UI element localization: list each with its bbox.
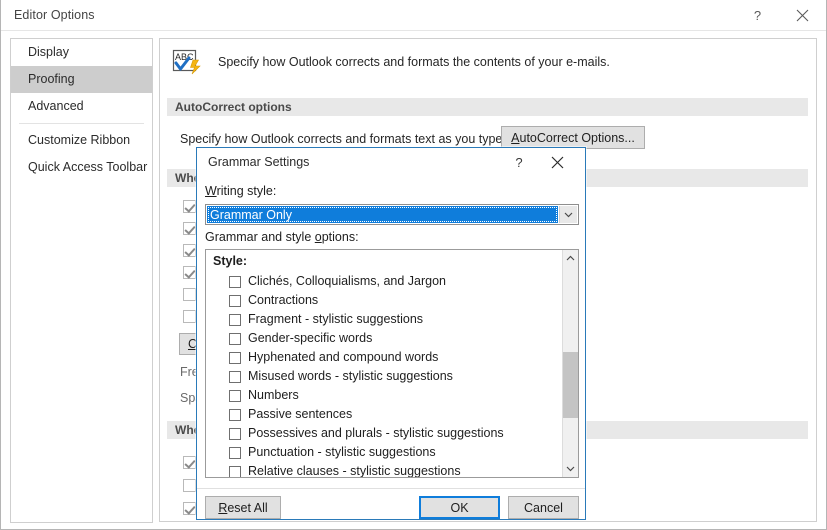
background-checkbox[interactable]	[183, 310, 196, 323]
list-item-label: Gender-specific words	[248, 331, 373, 345]
autocorrect-section-band: AutoCorrect options	[167, 98, 808, 116]
autocorrect-description: Specify how Outlook corrects and formats…	[180, 132, 506, 146]
list-item-label: Possessives and plurals - stylistic sugg…	[248, 426, 504, 440]
listbox-scrollbar[interactable]	[562, 250, 578, 477]
list-item-label: Clichés, Colloquialisms, and Jargon	[248, 274, 447, 288]
checkbox[interactable]	[229, 447, 241, 459]
list-item-label: Hyphenated and compound words	[248, 350, 439, 364]
checkbox[interactable]	[229, 466, 241, 477]
pane-header: ABC Specify how Outlook corrects and for…	[172, 47, 806, 85]
writing-style-value: Grammar Only	[207, 206, 558, 223]
reset-all-button[interactable]: Reset All	[205, 496, 281, 519]
window-title-bar: Editor Options ?	[1, 0, 826, 31]
svg-text:ABC: ABC	[175, 52, 194, 62]
background-checkbox[interactable]	[183, 222, 196, 235]
dialog-divider	[197, 488, 585, 489]
checkbox[interactable]	[229, 276, 241, 288]
sidebar-item-label: Display	[28, 45, 69, 59]
chevron-down-icon[interactable]	[559, 206, 577, 223]
sidebar: Display Proofing Advanced Customize Ribb…	[10, 38, 153, 523]
list-item-label: Numbers	[248, 388, 299, 402]
screen: Editor Options ? Display Proofing Advanc…	[0, 0, 827, 530]
checkbox[interactable]	[229, 409, 241, 421]
sidebar-divider	[19, 123, 144, 124]
checkbox[interactable]	[229, 428, 241, 440]
sidebar-item-quick-access-toolbar[interactable]: Quick Access Toolbar	[11, 154, 152, 181]
listbox-group-header: Style:	[213, 254, 248, 268]
sidebar-item-display[interactable]: Display	[11, 39, 152, 66]
scroll-down-icon[interactable]	[563, 461, 578, 477]
sidebar-item-customize-ribbon[interactable]: Customize Ribbon	[11, 127, 152, 154]
ok-button[interactable]: OK	[419, 496, 500, 519]
sidebar-item-proofing[interactable]: Proofing	[11, 66, 152, 93]
background-checkbox[interactable]	[183, 200, 196, 213]
grammar-options-label: Grammar and style options:	[205, 230, 359, 244]
checkbox[interactable]	[229, 352, 241, 364]
background-checkbox[interactable]	[183, 479, 196, 492]
checkbox[interactable]	[229, 371, 241, 383]
background-checkbox[interactable]	[183, 244, 196, 257]
close-icon[interactable]	[780, 0, 825, 30]
background-checkbox[interactable]	[183, 502, 196, 515]
sidebar-item-label: Advanced	[28, 99, 84, 113]
background-checkbox[interactable]	[183, 456, 196, 469]
scrollbar-thumb[interactable]	[563, 352, 578, 418]
background-checkbox[interactable]	[183, 266, 196, 279]
sidebar-item-advanced[interactable]: Advanced	[11, 93, 152, 120]
writing-style-dropdown[interactable]: Grammar Only	[205, 204, 579, 225]
list-item-label: Contractions	[248, 293, 319, 307]
dialog-help-icon[interactable]: ?	[505, 150, 533, 174]
list-item-label: Relative clauses - stylistic suggestions	[248, 464, 461, 478]
sidebar-item-label: Proofing	[28, 72, 75, 86]
writing-style-label: Writing style:	[205, 184, 277, 198]
autocorrect-options-button[interactable]: AutoCorrect Options...	[501, 126, 645, 149]
checkbox[interactable]	[229, 390, 241, 402]
cancel-button[interactable]: Cancel	[508, 496, 579, 519]
grammar-settings-dialog: Grammar Settings ? Writing style: Gramma…	[196, 147, 586, 520]
list-item-label: Misused words - stylistic suggestions	[248, 369, 453, 383]
checkbox[interactable]	[229, 314, 241, 326]
dialog-title-bar: Grammar Settings ?	[197, 148, 585, 177]
help-icon[interactable]: ?	[735, 0, 780, 30]
scroll-up-icon[interactable]	[563, 250, 578, 266]
list-item-label: Passive sentences	[248, 407, 353, 421]
grammar-options-listbox[interactable]: Style: Clichés, Colloquialisms, and Jarg…	[205, 249, 579, 478]
window-title: Editor Options	[14, 8, 95, 22]
pane-header-text: Specify how Outlook corrects and formats…	[218, 55, 610, 69]
background-checkbox[interactable]	[183, 288, 196, 301]
dialog-close-icon[interactable]	[543, 150, 571, 174]
dialog-title: Grammar Settings	[208, 155, 310, 169]
list-item-label: Punctuation - stylistic suggestions	[248, 445, 436, 459]
list-item-label: Fragment - stylistic suggestions	[248, 312, 424, 326]
checkbox[interactable]	[229, 295, 241, 307]
sidebar-item-label: Quick Access Toolbar	[28, 160, 148, 174]
spelling-abc-icon: ABC	[172, 49, 205, 79]
checkbox[interactable]	[229, 333, 241, 345]
sidebar-item-label: Customize Ribbon	[28, 133, 131, 147]
